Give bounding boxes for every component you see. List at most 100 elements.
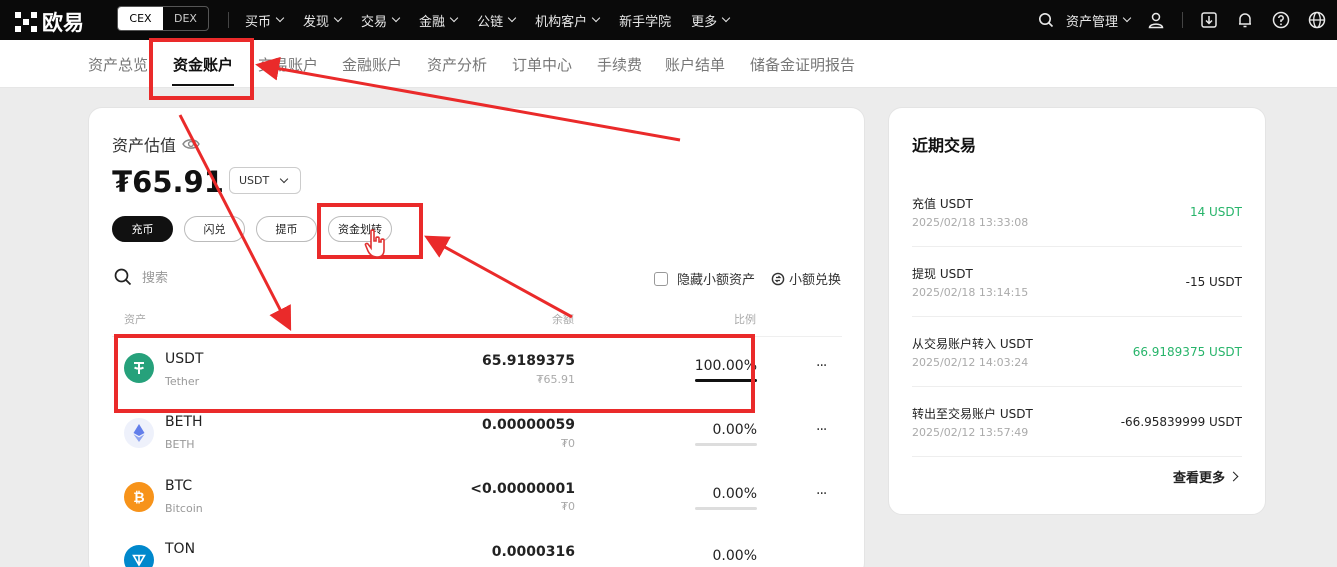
chevron-down-icon	[507, 13, 517, 23]
nav-academy-label: 新手学院	[619, 14, 672, 30]
top-nav: 欧易 CEX DEX 买币 发现 交易 金融 公链 机构客户 新手学院 更多 资…	[0, 0, 1337, 40]
tab-fees[interactable]: 手续费	[597, 54, 642, 75]
small-exchange-link[interactable]: 小额兑换	[771, 269, 841, 288]
dex-tab[interactable]: DEX	[163, 7, 208, 30]
right-nav: 资产管理	[1020, 0, 1327, 40]
nav-more-label: 更多	[691, 14, 718, 30]
search-icon	[114, 268, 132, 285]
currency-unit-select[interactable]: USDT	[229, 167, 301, 194]
nav-trade-label: 交易	[361, 14, 388, 30]
tx-divider	[912, 456, 1242, 457]
header-asset: 资产	[124, 313, 146, 326]
chevron-down-icon	[275, 13, 285, 23]
nav-buy-label: 买币	[245, 14, 272, 30]
nav-academy[interactable]: 新手学院	[619, 11, 671, 30]
tx-title: 提现 USDT	[912, 267, 973, 281]
btc-icon: ₿	[124, 482, 154, 512]
asset-valuation-label: 资产估值	[112, 132, 200, 156]
asset-ratio: 0.00%	[712, 422, 757, 438]
asset-symbol: TON	[165, 541, 196, 557]
more-options-icon[interactable]: ···	[816, 422, 827, 438]
asset-fullname: Bitcoin	[165, 502, 203, 515]
nav-chain-label: 公链	[477, 14, 504, 30]
eye-icon[interactable]	[182, 137, 200, 151]
tx-time: 2025/02/12 13:57:49	[912, 426, 1029, 439]
hide-small-assets-toggle[interactable]: 隐藏小额资产	[654, 269, 755, 288]
ton-icon	[124, 545, 154, 567]
globe-icon[interactable]	[1307, 10, 1327, 30]
see-more-link[interactable]: 查看更多	[1173, 467, 1239, 486]
nav-more[interactable]: 更多	[691, 11, 731, 30]
tx-title: 充值 USDT	[912, 197, 973, 211]
asset-amount: 0.0000316	[491, 544, 575, 560]
nav-finance[interactable]: 金融	[419, 11, 459, 30]
tx-amount: -15 USDT	[1185, 275, 1242, 289]
asset-value: ₮0	[561, 437, 575, 450]
chevron-down-icon	[1122, 13, 1132, 23]
currency-unit-value: USDT	[239, 174, 270, 187]
logo[interactable]: 欧易	[14, 7, 84, 37]
user-icon[interactable]	[1146, 10, 1166, 30]
tx-amount: -66.95839999 USDT	[1120, 415, 1242, 429]
hand-cursor-icon	[364, 229, 385, 258]
main-nav: 买币 发现 交易 金融 公链 机构客户 新手学院 更多	[228, 0, 749, 40]
asset-management-menu[interactable]: 资产管理	[1066, 11, 1132, 30]
asset-search[interactable]: 搜索	[114, 267, 168, 286]
search-placeholder: 搜索	[142, 271, 169, 286]
see-more-label: 查看更多	[1173, 471, 1226, 486]
ratio-bar	[695, 507, 757, 510]
tab-overview[interactable]: 资产总览	[88, 54, 148, 75]
tx-amount: 66.9189375 USDT	[1132, 345, 1242, 359]
beth-icon	[124, 418, 154, 448]
nav-finance-label: 金融	[419, 14, 446, 30]
chevron-down-icon	[391, 13, 401, 23]
cex-tab[interactable]: CEX	[118, 7, 163, 30]
more-options-icon[interactable]: ···	[816, 486, 827, 502]
tab-earn-account[interactable]: 金融账户	[342, 54, 402, 75]
tab-trading-account[interactable]: 交易账户	[258, 54, 318, 75]
search-icon[interactable]	[1036, 10, 1056, 30]
asset-ratio: 0.00%	[712, 486, 757, 502]
tab-statements[interactable]: 账户结单	[665, 54, 725, 75]
nav-discover[interactable]: 发现	[303, 11, 343, 30]
recent-transactions-card	[888, 107, 1266, 515]
bell-icon[interactable]	[1235, 10, 1255, 30]
nav-buy[interactable]: 买币	[245, 11, 285, 30]
help-icon[interactable]	[1271, 10, 1291, 30]
more-options-icon[interactable]: ···	[816, 358, 827, 374]
withdraw-button[interactable]: 提币	[256, 216, 317, 242]
asset-symbol: BETH	[165, 414, 203, 430]
tab-order-center[interactable]: 订单中心	[512, 54, 572, 75]
nav-divider	[228, 12, 229, 28]
cex-dex-switch: CEX DEX	[117, 6, 209, 31]
tx-time: 2025/02/18 13:33:08	[912, 216, 1029, 229]
tx-title: 转出至交易账户 USDT	[912, 407, 1033, 421]
nav-chain[interactable]: 公链	[477, 11, 517, 30]
asset-amount: <0.00000001	[470, 481, 575, 497]
okx-logo-icon	[15, 12, 37, 32]
chevron-down-icon	[591, 13, 601, 23]
nav-divider	[1182, 12, 1183, 28]
download-icon[interactable]	[1199, 10, 1219, 30]
chevron-right-icon	[1228, 471, 1239, 482]
asset-valuation-text: 资产估值	[112, 136, 177, 155]
tab-asset-analysis[interactable]: 资产分析	[427, 54, 487, 75]
deposit-button[interactable]: 充币	[112, 216, 173, 242]
convert-button[interactable]: 闪兑	[184, 216, 245, 242]
hide-small-label: 隐藏小额资产	[677, 273, 756, 288]
nav-institutional[interactable]: 机构客户	[535, 11, 601, 30]
chevron-down-icon	[333, 13, 343, 23]
header-ratio: 比例	[734, 313, 756, 326]
tx-divider	[912, 386, 1242, 387]
hide-small-checkbox[interactable]	[654, 271, 668, 286]
tab-proof-of-reserves[interactable]: 储备金证明报告	[750, 54, 855, 75]
tx-time: 2025/02/12 14:03:24	[912, 356, 1029, 369]
tx-amount: 14 USDT	[1189, 205, 1242, 219]
nav-trade[interactable]: 交易	[361, 11, 401, 30]
asset-amount: 0.00000059	[482, 417, 575, 433]
logo-text: 欧易	[42, 11, 84, 35]
chevron-down-icon	[449, 13, 459, 23]
annotation-box-funding-tab	[149, 38, 254, 100]
tx-title: 从交易账户转入 USDT	[912, 337, 1033, 351]
annotation-box-usdt-row	[114, 334, 755, 413]
